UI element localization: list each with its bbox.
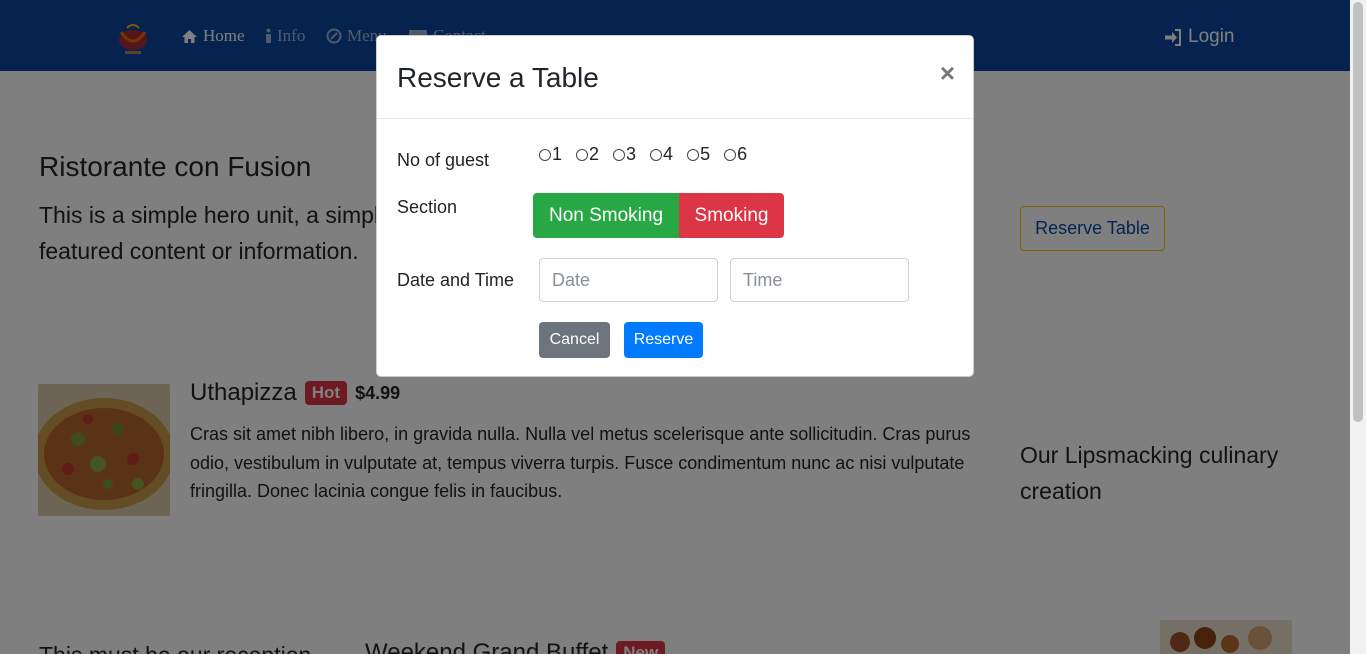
guest-option-label: 3 — [626, 144, 637, 164]
scrollbar[interactable] — [1350, 0, 1366, 654]
scrollbar-thumb[interactable] — [1353, 2, 1363, 422]
date-input[interactable] — [539, 258, 718, 302]
guest-option-label: 2 — [589, 144, 600, 164]
cancel-button[interactable]: Cancel — [539, 322, 610, 358]
modal-title: Reserve a Table — [397, 62, 599, 93]
smoking-button[interactable]: Smoking — [679, 193, 784, 238]
guest-option-1[interactable]: 1 — [539, 144, 562, 165]
guest-option-label: 5 — [700, 144, 711, 164]
guest-option-3[interactable]: 3 — [613, 144, 636, 165]
section-label: Section — [397, 197, 458, 217]
modal-header: Reserve a Table × — [377, 36, 973, 119]
section-button-group: Non Smoking Smoking — [533, 193, 784, 238]
reserve-button[interactable]: Reserve — [624, 322, 703, 358]
radio-button[interactable] — [613, 148, 626, 161]
guest-radio-group: 1 2 3 4 5 6 — [539, 144, 747, 165]
guest-option-label: 1 — [552, 144, 563, 164]
reserve-modal: Reserve a Table × No of guest 1 2 3 4 5 … — [376, 35, 974, 377]
guests-label: No of guest — [397, 150, 490, 170]
time-input[interactable] — [730, 258, 909, 302]
guest-option-5[interactable]: 5 — [687, 144, 710, 165]
non-smoking-button[interactable]: Non Smoking — [533, 193, 679, 238]
guest-option-6[interactable]: 6 — [724, 144, 747, 165]
radio-button[interactable] — [650, 148, 663, 161]
datetime-label: Date and Time — [397, 270, 515, 290]
radio-button[interactable] — [576, 148, 589, 161]
radio-button[interactable] — [687, 148, 700, 161]
guest-option-4[interactable]: 4 — [650, 144, 673, 165]
radio-button[interactable] — [724, 148, 737, 161]
radio-button[interactable] — [539, 148, 551, 161]
guest-option-label: 4 — [663, 144, 674, 164]
close-button[interactable]: × — [940, 58, 955, 89]
guest-option-label: 6 — [737, 144, 748, 164]
guest-option-2[interactable]: 2 — [576, 144, 599, 165]
